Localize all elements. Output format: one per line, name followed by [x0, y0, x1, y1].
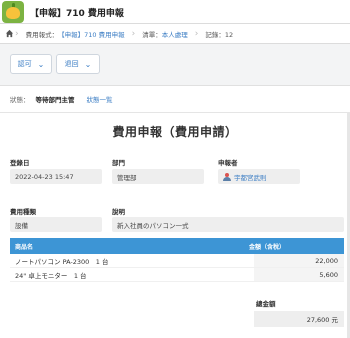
action-toolbar: 認可 ⌄ 退回 ⌄ [0, 44, 350, 86]
user-icon [223, 172, 231, 181]
table-row: 24" 卓上モニター 1 台 5,600 [10, 268, 344, 282]
breadcrumb-list-link[interactable]: 本人處理 [162, 29, 188, 39]
category-label: 費用種類 [10, 208, 36, 216]
applicant-label: 申報者 [218, 159, 238, 167]
date-field: 2022-04-23 15:47 [10, 169, 102, 184]
breadcrumb-separator: › [131, 28, 136, 39]
status-list-link[interactable]: 狀態一覧 [87, 94, 113, 104]
dept-field: 管理部 [112, 169, 204, 184]
breadcrumb-separator: › [15, 28, 19, 39]
status-value: 等待部門主管 [35, 96, 75, 104]
item-name: 24" 卓上モニター 1 台 [15, 271, 87, 280]
category-field: 設備 [10, 217, 102, 232]
breadcrumb: › 費用報式： 【申報】710 費用申報 › 清單： 本人處理 › 記錄：12 [0, 24, 350, 44]
page-title: 【申報】710 費用申報 [30, 9, 124, 19]
breadcrumb-record: 記錄：12 [205, 30, 234, 39]
app-logo-icon[interactable] [2, 1, 24, 23]
total-amount: 27,600 元 [254, 311, 344, 327]
description-label: 說明 [112, 208, 125, 216]
expense-form: 費用申報（費用申請） 登錄日 2022-04-23 15:47 部門 管理部 申… [0, 112, 350, 338]
return-button[interactable]: 退回 ⌄ [56, 54, 100, 74]
status-label: 狀態： [10, 96, 30, 104]
item-amount: 22,000 [254, 254, 344, 267]
approve-button[interactable]: 認可 ⌄ [10, 54, 52, 74]
chevron-down-icon: ⌄ [84, 59, 92, 69]
description-field: 新入社員のパソコン一式 [112, 217, 344, 232]
table-row: ノートパソコン PA-2300 1 台 22,000 [10, 254, 344, 268]
items-table: 商品名 金額（含稅） ノートパソコン PA-2300 1 台 22,000 24… [10, 238, 344, 282]
form-title: 費用申報（費用申請） [112, 125, 238, 139]
chevron-down-icon: ⌄ [37, 59, 45, 69]
home-icon[interactable] [0, 29, 14, 38]
item-name: ノートパソコン PA-2300 1 台 [15, 257, 109, 266]
column-header-amount: 金額（含稅） [249, 243, 286, 251]
breadcrumb-form: 費用報式： 【申報】710 費用申報 [25, 29, 125, 39]
breadcrumb-separator: › [194, 28, 199, 39]
status-row: 狀態： 等待部門主管 狀態一覧 [0, 86, 350, 112]
breadcrumb-form-link[interactable]: 【申報】710 費用申報 [58, 29, 124, 39]
dept-label: 部門 [112, 159, 125, 167]
date-label: 登錄日 [10, 159, 30, 167]
applicant-field[interactable]: 宇都宮武則 [218, 169, 300, 184]
title-bar: 【申報】710 費用申報 [0, 0, 350, 24]
item-amount: 5,600 [254, 268, 344, 281]
column-header-item: 商品名 [15, 243, 34, 251]
breadcrumb-list: 清單： 本人處理 [142, 29, 188, 39]
table-header: 商品名 金額（含稅） [10, 238, 344, 254]
total-label: 總金額 [256, 300, 276, 308]
